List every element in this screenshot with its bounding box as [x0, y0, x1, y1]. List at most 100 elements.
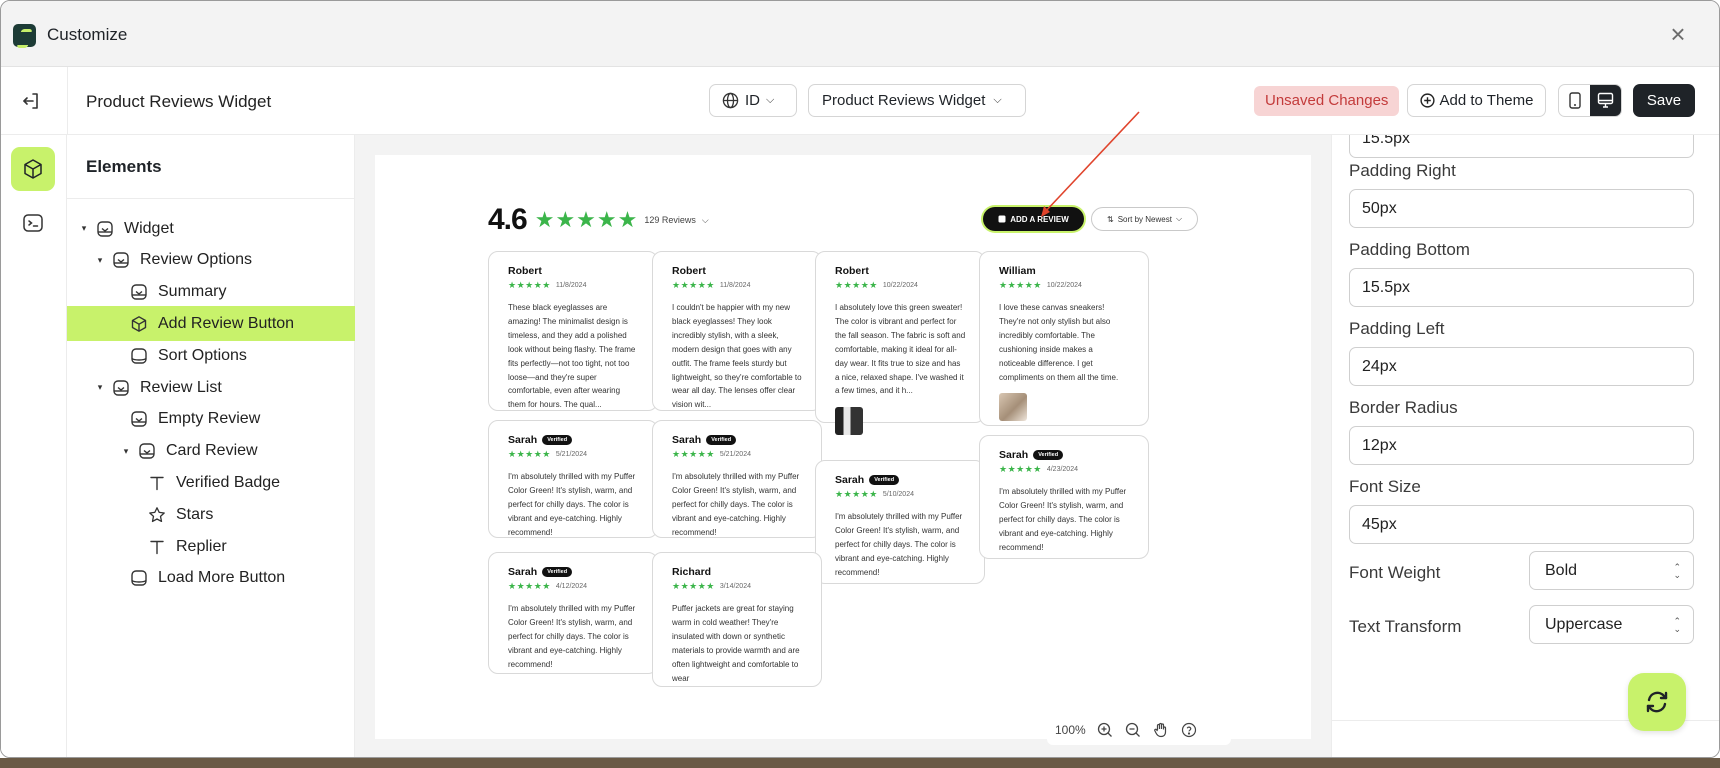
updown-chevron-icon: ⌃ ⌄: [1673, 615, 1681, 634]
review-card[interactable]: Sarah Verified ★★★★★ 5/10/2024 I'm absolutel…: [815, 460, 985, 584]
desktop-view-button[interactable]: [1590, 85, 1621, 116]
tree-item-label: Review Options: [140, 251, 253, 269]
zoom-in-button[interactable]: [1096, 721, 1114, 739]
review-card[interactable]: William ★★★★★ 10/22/2024 I love these canva…: [979, 251, 1149, 426]
tree-item-add-review-button[interactable]: Add Review Button: [67, 306, 355, 342]
expand-toggle-icon[interactable]: ▾: [95, 382, 105, 393]
reviewer-name: William: [999, 265, 1036, 277]
border-radius-input[interactable]: 12px: [1349, 426, 1694, 465]
updown-chevron-icon: ⌃ ⌄: [1673, 561, 1681, 580]
expand-toggle-icon[interactable]: ▾: [95, 255, 105, 266]
tree-item-review-list[interactable]: ▾ Review List: [67, 370, 355, 405]
elements-tab-button[interactable]: [11, 147, 55, 191]
refresh-icon: [1646, 691, 1668, 713]
widget-select[interactable]: Product Reviews Widget ⌵: [808, 84, 1026, 117]
review-meta: ★★★★★ 11/8/2024: [508, 280, 640, 291]
zoom-level: 100%: [1055, 723, 1086, 737]
add-to-theme-button[interactable]: Add to Theme: [1407, 84, 1546, 117]
reviewer-name-row: Robert: [508, 265, 640, 277]
close-button[interactable]: ×: [1667, 21, 1689, 47]
review-date: 11/8/2024: [719, 282, 751, 289]
verified-badge: Verified: [542, 567, 573, 577]
review-card[interactable]: Sarah Verified ★★★★★ 5/21/2024 I'm absolutel…: [488, 420, 658, 538]
reviewer-name-row: Robert: [835, 265, 967, 277]
tree-item-card-review[interactable]: ▾ Card Review: [67, 434, 355, 469]
font-weight-select[interactable]: Bold ⌃ ⌄: [1529, 551, 1694, 590]
review-card[interactable]: Robert ★★★★★ 10/22/2024 I absolutely love t…: [815, 251, 985, 436]
review-photo[interactable]: [999, 393, 1027, 422]
review-body: Puffer jackets are great for staying war…: [672, 604, 800, 683]
chevron-down-icon: ⌵: [993, 94, 1002, 106]
expand-toggle-icon[interactable]: ▾: [79, 223, 89, 234]
widget-title: Product Reviews Widget: [86, 92, 272, 111]
pan-tool-button[interactable]: [1152, 721, 1170, 739]
review-photo[interactable]: [835, 407, 863, 436]
tree-item-empty-review[interactable]: Empty Review: [67, 402, 355, 437]
title-bar: Customize ×: [1, 1, 1719, 67]
text-transform-select[interactable]: Uppercase ⌃ ⌄: [1529, 605, 1694, 644]
refresh-button[interactable]: [1628, 673, 1686, 731]
reviewer-name-row: Sarah Verified: [999, 449, 1131, 461]
tree-item-label: Summary: [158, 283, 227, 301]
tree-item-label: Stars: [176, 505, 214, 523]
add-to-theme-label: Add to Theme: [1439, 92, 1534, 109]
review-card[interactable]: Sarah Verified ★★★★★ 5/21/2024 I'm absolutel…: [652, 420, 822, 538]
properties-panel: 15.5px Padding Right 50px Padding Bottom 15…: [1331, 135, 1719, 757]
tree-item-label: Widget: [124, 219, 174, 237]
padding-top-input[interactable]: 15.5px: [1349, 135, 1694, 158]
help-icon: [1181, 722, 1196, 738]
save-button[interactable]: Save: [1633, 84, 1695, 117]
review-body: I love these canvas sneakers! They're no…: [999, 303, 1119, 382]
app-logo: [13, 24, 36, 47]
font-size-input[interactable]: 45px: [1349, 505, 1694, 544]
widget-icon: [129, 409, 149, 429]
exit-icon[interactable]: [20, 90, 42, 112]
review-date: 4/23/2024: [1046, 466, 1078, 473]
help-button[interactable]: [1180, 721, 1198, 739]
divider: [67, 198, 354, 199]
tree-item-stars[interactable]: Stars: [67, 497, 355, 532]
review-stars: ★★★★★: [672, 280, 715, 290]
tree-item-load-more-button[interactable]: Load More Button: [67, 561, 355, 596]
review-card[interactable]: Robert ★★★★★ 11/8/2024 I couldn't be happie…: [652, 251, 822, 411]
expand-toggle-icon[interactable]: ▾: [121, 446, 131, 457]
language-select[interactable]: ID ⌵: [709, 84, 797, 117]
tree-item-summary[interactable]: Summary: [67, 275, 355, 310]
review-meta: ★★★★★ 5/10/2024: [835, 489, 967, 500]
review-meta: ★★★★★ 4/23/2024: [999, 464, 1131, 475]
tree-item-review-options[interactable]: ▾ Review Options: [67, 243, 355, 278]
tree-item-verified-badge[interactable]: Verified Badge: [67, 465, 355, 500]
padding-right-label: Padding Right: [1349, 161, 1456, 180]
review-card[interactable]: Sarah Verified ★★★★★ 4/23/2024 I'm absolutel…: [979, 435, 1149, 559]
language-value: ID: [745, 92, 760, 109]
tree-item-sort-options[interactable]: Sort Options: [67, 338, 355, 373]
review-card[interactable]: Sarah Verified ★★★★★ 4/12/2024 I'm absolutel…: [488, 552, 658, 674]
review-meta: ★★★★★ 5/21/2024: [508, 449, 640, 460]
review-stars: ★★★★★: [835, 280, 878, 290]
review-stars: ★★★★★: [999, 464, 1042, 474]
container-icon: [129, 568, 149, 588]
padding-bottom-input[interactable]: 15.5px: [1349, 268, 1694, 307]
verified-badge: Verified: [869, 475, 900, 485]
review-stars: ★★★★★: [999, 280, 1042, 290]
padding-right-input[interactable]: 50px: [1349, 189, 1694, 228]
rating-summary[interactable]: 4.6 ★★★★★ 129 Reviews ⌵: [488, 203, 709, 237]
zoom-out-button[interactable]: [1124, 721, 1142, 739]
add-review-button[interactable]: ADD A REVIEW: [983, 207, 1084, 231]
mobile-icon: [1568, 92, 1581, 109]
tree-item-widget[interactable]: ▾ Widget: [67, 211, 355, 246]
sort-select[interactable]: ⇅ Sort by Newest ⌵: [1091, 207, 1198, 231]
code-tab-button[interactable]: [11, 201, 55, 245]
review-card[interactable]: Richard ★★★★★ 3/14/2024 Puffer jackets are …: [652, 552, 822, 687]
sort-label: Sort by Newest: [1117, 214, 1172, 224]
reviewer-name: Robert: [672, 265, 706, 277]
reviewer-name: Sarah: [999, 449, 1029, 461]
star-icon: [147, 505, 167, 525]
tree-item-replier[interactable]: Replier: [67, 529, 355, 564]
reviewer-name: Sarah: [508, 566, 538, 578]
review-card[interactable]: Robert ★★★★★ 11/8/2024 These black eyeglass…: [488, 251, 658, 411]
padding-left-input[interactable]: 24px: [1349, 347, 1694, 386]
mobile-view-button[interactable]: [1559, 85, 1590, 116]
summary-stars: ★★★★★: [534, 207, 639, 232]
tree-item-label: Sort Options: [158, 346, 247, 364]
